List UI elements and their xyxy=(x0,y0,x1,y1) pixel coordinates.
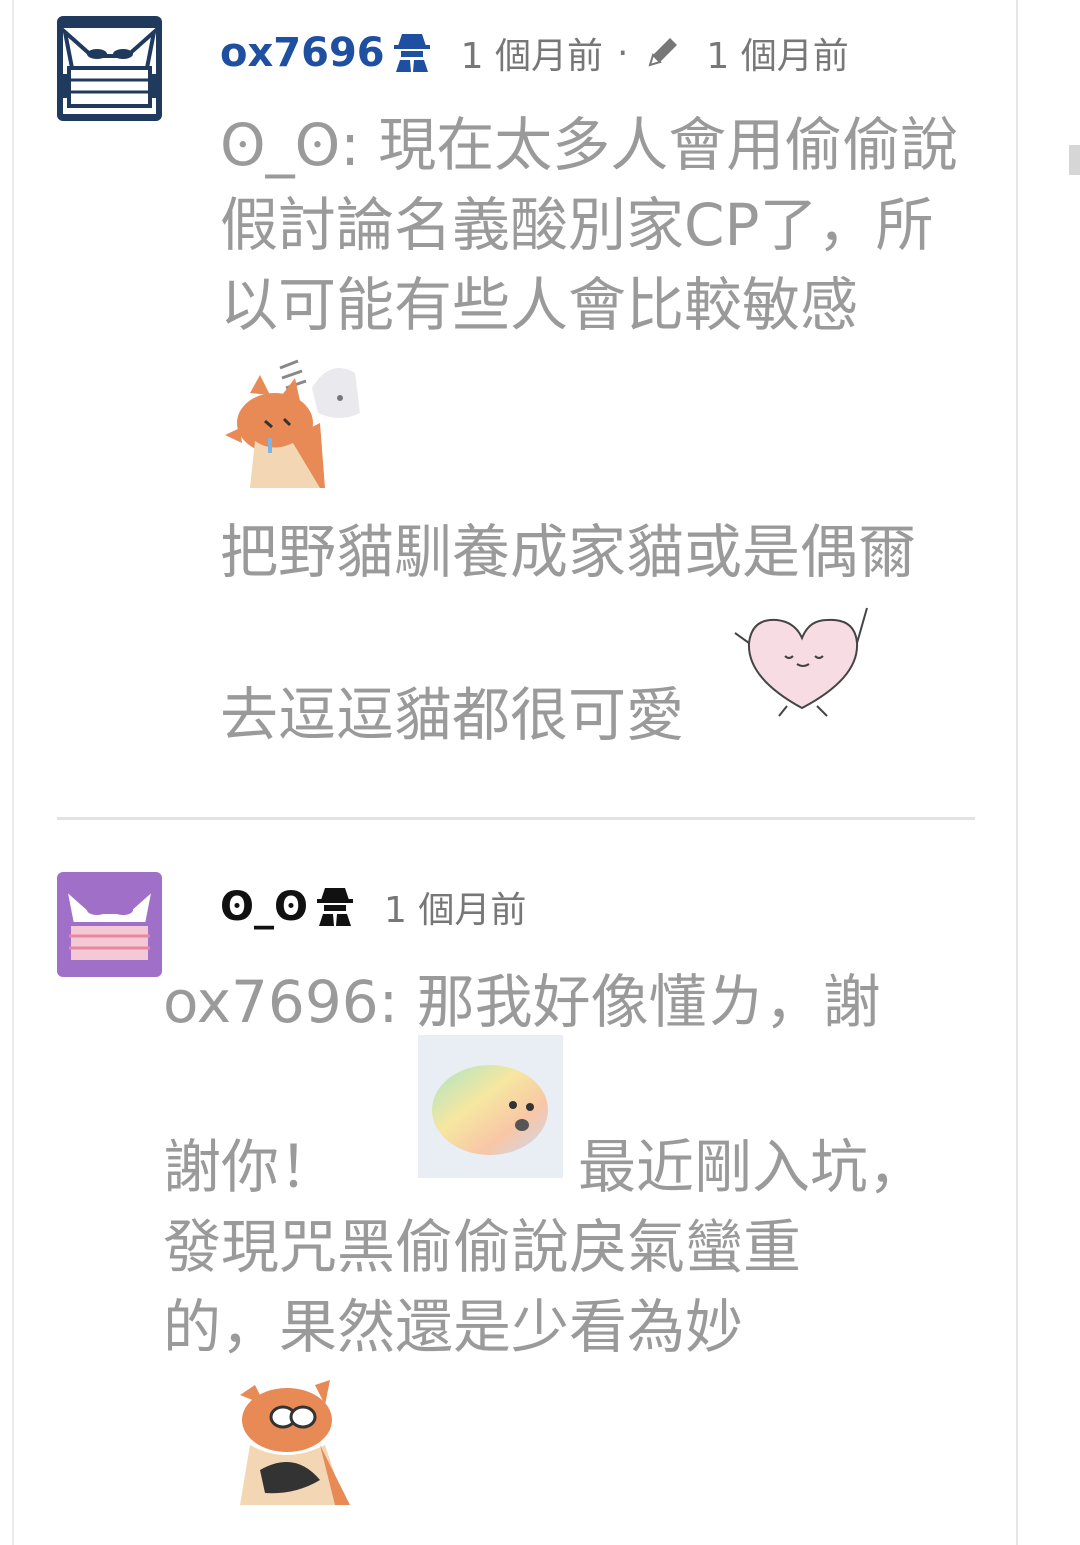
comment-text-line: 最近剛入坑， xyxy=(578,1133,927,1201)
author-name[interactable]: ʘ_ʘ xyxy=(220,884,308,930)
meta-separator: · xyxy=(616,32,629,74)
fox-sticker xyxy=(220,353,365,492)
comment-text-line: 發現咒黑偷偷說戾氣蠻重 xyxy=(163,1213,802,1281)
user-avatar[interactable] xyxy=(57,16,162,121)
comment-time: 1 個月前 xyxy=(384,890,527,931)
comment-text-line: 的，果然還是少看為妙 xyxy=(163,1293,744,1361)
comment-text-line: ʘ_ʘ: 現在太多人會用偷偷說 xyxy=(220,111,959,179)
comment-text-line: 以可能有些人會比較敏感 xyxy=(220,271,859,339)
mask-avatar-icon xyxy=(57,16,162,121)
heart-sticker xyxy=(727,598,877,722)
edited-time: 1 個月前 xyxy=(706,36,849,77)
seal-sticker xyxy=(418,1035,563,1182)
spy-icon xyxy=(316,884,354,930)
comment-text-line: 把野貓馴養成家貓或是偶爾 xyxy=(220,518,917,586)
spy-icon xyxy=(393,30,431,76)
right-rail xyxy=(1016,0,1080,1545)
mask-avatar-icon xyxy=(57,872,162,977)
comment-text-line: 去逗逗貓都很可愛 xyxy=(220,681,685,749)
comment-time: 1 個月前 xyxy=(460,36,603,77)
comment-text-line: ox7696: 那我好像懂ㄌ，謝 xyxy=(163,968,881,1036)
comment-text-line: 謝你！ xyxy=(163,1133,338,1201)
fox-thinking-sticker xyxy=(225,1375,360,1509)
author-name[interactable]: ox7696 xyxy=(220,30,385,76)
user-avatar[interactable] xyxy=(57,872,162,977)
comment-meta: ox7696 1 個月前 · 1 個月前 xyxy=(220,28,849,78)
comment-divider xyxy=(57,817,975,820)
scrollbar-thumb[interactable] xyxy=(1069,145,1080,175)
comment-text-line: 假討論名義酸別家CP了，所 xyxy=(220,191,934,259)
comment-meta: ʘ_ʘ 1 個月前 xyxy=(220,882,526,932)
page-left-edge xyxy=(12,0,14,1545)
pencil-icon xyxy=(646,33,682,73)
